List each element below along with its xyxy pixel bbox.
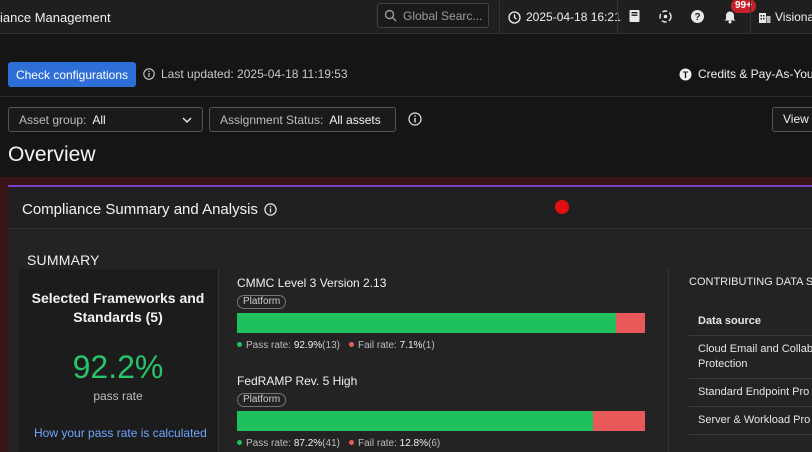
pass-dot-icon bbox=[237, 439, 242, 445]
asset-group-label: Asset group: bbox=[19, 112, 87, 127]
framework-name: FedRAMP Rev. 5 High bbox=[237, 374, 358, 388]
fail-segment bbox=[616, 313, 645, 333]
credits-link[interactable]: T Credits & Pay-As-You- bbox=[679, 67, 812, 81]
info-icon[interactable] bbox=[408, 112, 422, 126]
fail-rate-legend: Fail rate: 12.8%(6) bbox=[348, 438, 441, 449]
panel-title-text: Compliance Summary and Analysis bbox=[22, 201, 258, 218]
pass-fail-bar bbox=[237, 411, 645, 431]
pass-rate-value: 92.2% bbox=[72, 349, 164, 385]
rate-legend: Pass rate: 92.9%(13) Fail rate: 7.1%(1) bbox=[237, 340, 645, 351]
pass-rate-legend-value: 87.2% bbox=[293, 438, 323, 449]
data-source-name: Server & Workload Pro bbox=[698, 414, 811, 426]
fail-rate-legend-value: 12.8% bbox=[399, 438, 429, 449]
assignment-status-select[interactable]: Assignment Status: All assets bbox=[209, 107, 396, 132]
fail-dot-icon bbox=[348, 341, 354, 347]
framework-item[interactable]: FedRAMP Rev. 5 High Platform Pass rate: … bbox=[237, 374, 645, 449]
help-icon[interactable]: ? bbox=[688, 7, 706, 25]
fail-count: (1) bbox=[422, 340, 435, 351]
credits-label: Credits & Pay-As-You- bbox=[698, 67, 812, 81]
info-icon bbox=[143, 68, 155, 80]
pass-rate-legend-label: Pass rate: bbox=[246, 340, 292, 351]
table-row[interactable]: Cloud Email and Collab Protection bbox=[689, 336, 812, 379]
table-row[interactable]: Standard Endpoint Pro bbox=[689, 379, 812, 407]
app-title: iance Management bbox=[0, 10, 111, 25]
ai-assistant-icon[interactable] bbox=[656, 7, 674, 25]
asset-group-select[interactable]: Asset group: All bbox=[8, 107, 203, 132]
book-icon[interactable] bbox=[625, 7, 643, 25]
account-menu[interactable]: Visiona bbox=[758, 0, 812, 34]
building-icon bbox=[759, 12, 771, 23]
pass-rate-legend-value: 92.9% bbox=[293, 340, 323, 351]
pass-rate-legend-label: Pass rate: bbox=[246, 438, 292, 449]
panel-header: Compliance Summary and Analysis bbox=[8, 187, 812, 229]
divider bbox=[750, 0, 751, 34]
credits-icon: T bbox=[679, 68, 692, 80]
summary-heading: SUMMARY bbox=[27, 252, 100, 268]
pass-count: (13) bbox=[322, 340, 340, 351]
rate-legend: Pass rate: 87.2%(41) Fail rate: 12.8%(6) bbox=[237, 438, 645, 449]
datetime-display[interactable]: 2025-04-18 16:21 bbox=[508, 0, 621, 34]
fail-dot-icon bbox=[348, 439, 354, 445]
pass-fail-bar bbox=[237, 313, 645, 333]
pass-rate-label: pass rate bbox=[93, 389, 143, 403]
notification-badge: 99+ bbox=[731, 0, 756, 13]
global-search-input[interactable]: Global Searc... bbox=[377, 3, 489, 28]
fail-rate-legend-label: Fail rate: bbox=[357, 340, 397, 351]
framework-item[interactable]: CMMC Level 3 Version 2.13 Platform Pass … bbox=[237, 276, 645, 351]
chevron-down-icon bbox=[182, 117, 192, 123]
pass-rate-legend: Pass rate: 92.9%(13) bbox=[237, 340, 340, 351]
divider bbox=[617, 0, 618, 34]
datetime-text: 2025-04-18 16:21 bbox=[526, 10, 621, 24]
data-source-name: Cloud Email and Collab bbox=[698, 343, 812, 355]
framework-name: CMMC Level 3 Version 2.13 bbox=[237, 276, 387, 290]
panel-title: Compliance Summary and Analysis bbox=[22, 201, 277, 218]
assignment-status-label: Assignment Status: bbox=[220, 112, 324, 127]
fail-segment bbox=[592, 411, 645, 431]
data-source-name: Standard Endpoint Pro bbox=[698, 386, 810, 398]
pass-count: (41) bbox=[322, 438, 340, 449]
platform-tag: Platform bbox=[237, 393, 287, 407]
svg-text:?: ? bbox=[694, 12, 700, 23]
check-configurations-button[interactable]: Check configurations bbox=[8, 62, 136, 87]
search-icon bbox=[384, 9, 397, 22]
assignment-status-value: All assets bbox=[329, 112, 381, 127]
divider bbox=[0, 96, 812, 97]
fail-rate-legend: Fail rate: 7.1%(1) bbox=[348, 340, 435, 351]
last-updated: Last updated: 2025-04-18 11:19:53 bbox=[143, 67, 348, 81]
top-bar: iance Management Global Searc... 2025-04… bbox=[0, 0, 812, 34]
asset-group-value: All bbox=[92, 112, 106, 127]
fail-rate-legend-value: 7.1% bbox=[399, 340, 423, 351]
data-source-column-header: Data source bbox=[689, 306, 812, 336]
divider bbox=[218, 269, 219, 452]
compliance-summary-panel: Compliance Summary and Analysis SUMMARY … bbox=[8, 187, 812, 452]
data-source-table: Data source Cloud Email and Collab Prote… bbox=[689, 306, 812, 435]
pass-rate-legend: Pass rate: 87.2%(41) bbox=[237, 438, 340, 449]
selected-frameworks-title: Selected Frameworks and Standards (5) bbox=[31, 290, 205, 325]
account-name: Visiona bbox=[775, 10, 812, 24]
contributing-data-sources-heading: CONTRIBUTING DATA SO bbox=[689, 276, 812, 288]
pass-segment bbox=[237, 411, 593, 431]
pass-rate-calculation-link[interactable]: How your pass rate is calculated bbox=[34, 426, 207, 440]
svg-text:T: T bbox=[683, 70, 689, 80]
last-updated-text: Last updated: 2025-04-18 11:19:53 bbox=[161, 67, 348, 81]
page-title: Overview bbox=[8, 143, 96, 166]
platform-tag: Platform bbox=[237, 295, 287, 309]
data-source-name-continued: Protection bbox=[698, 358, 748, 370]
fail-count: (6) bbox=[428, 438, 441, 449]
view-button[interactable]: View bbox=[772, 107, 812, 132]
clock-icon bbox=[508, 10, 521, 24]
pass-rate-card: Selected Frameworks and Standards (5) 92… bbox=[18, 269, 218, 452]
pass-dot-icon bbox=[237, 341, 242, 347]
pass-segment bbox=[237, 313, 617, 333]
info-icon[interactable] bbox=[264, 203, 277, 216]
fail-rate-legend-label: Fail rate: bbox=[357, 438, 397, 449]
table-row[interactable]: Server & Workload Pro bbox=[689, 407, 812, 435]
divider bbox=[499, 0, 500, 34]
search-placeholder: Global Searc... bbox=[403, 8, 483, 23]
divider bbox=[668, 269, 669, 452]
cursor-indicator bbox=[555, 200, 569, 214]
